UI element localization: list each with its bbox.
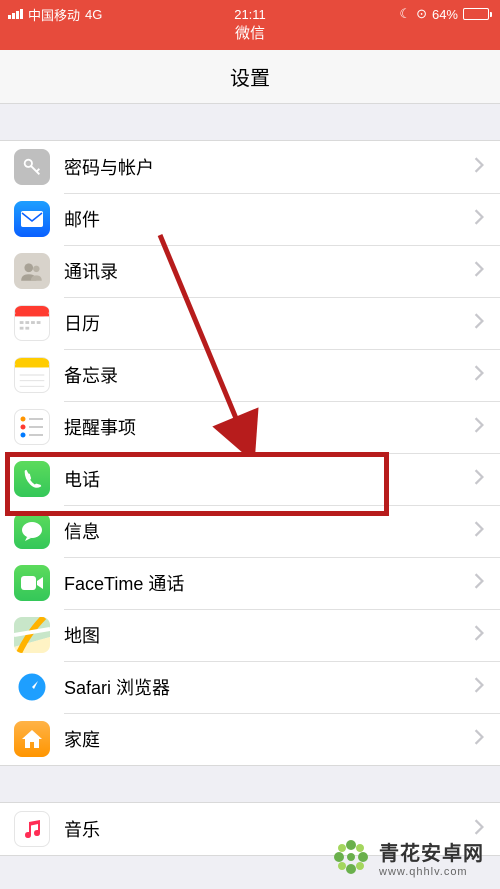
- chevron-right-icon: [474, 313, 484, 334]
- carrier-label: 中国移动: [28, 5, 80, 24]
- watermark-logo-icon: [329, 835, 373, 879]
- row-calendar[interactable]: 日历: [0, 297, 500, 349]
- row-facetime[interactable]: FaceTime 通话: [0, 557, 500, 609]
- messages-icon: [14, 513, 50, 549]
- chevron-right-icon: [474, 469, 484, 490]
- network-label: 4G: [85, 7, 102, 22]
- chevron-right-icon: [474, 209, 484, 230]
- row-label: 家庭: [64, 726, 474, 752]
- status-left: 中国移动 4G: [8, 5, 102, 24]
- mail-icon: [14, 201, 50, 237]
- battery-pct: 64%: [432, 7, 458, 22]
- row-notes[interactable]: 备忘录: [0, 349, 500, 401]
- spacer: [0, 104, 500, 140]
- row-contacts[interactable]: 通讯录: [0, 245, 500, 297]
- chevron-right-icon: [474, 625, 484, 646]
- chevron-right-icon: [474, 521, 484, 542]
- watermark: 青花安卓网 www.qhhlv.com: [329, 835, 484, 879]
- row-passwords[interactable]: 密码与帐户: [0, 141, 500, 193]
- row-label: 密码与帐户: [64, 154, 474, 180]
- row-home[interactable]: 家庭: [0, 713, 500, 765]
- chevron-right-icon: [474, 677, 484, 698]
- row-label: 信息: [64, 518, 474, 544]
- clock: 21:11: [234, 7, 266, 22]
- chevron-right-icon: [474, 365, 484, 386]
- page-title-bar: 设置: [0, 50, 500, 104]
- key-icon: [14, 149, 50, 185]
- reminders-icon: [14, 409, 50, 445]
- chevron-right-icon: [474, 573, 484, 594]
- row-label: 备忘录: [64, 362, 474, 388]
- row-label: 日历: [64, 310, 474, 336]
- watermark-title: 青花安卓网: [379, 837, 484, 866]
- row-label: 邮件: [64, 206, 474, 232]
- row-label: 电话: [64, 466, 474, 492]
- row-label: Safari 浏览器: [64, 674, 474, 700]
- status-right: ☾ ⊙ 64%: [399, 6, 492, 22]
- chevron-right-icon: [474, 729, 484, 750]
- page-title: 设置: [230, 62, 270, 91]
- row-label: FaceTime 通话: [64, 570, 474, 596]
- row-label: 通讯录: [64, 258, 474, 284]
- row-phone[interactable]: 电话: [0, 453, 500, 505]
- nav-bar: 微信: [0, 28, 500, 50]
- watermark-url: www.qhhlv.com: [379, 866, 484, 878]
- moon-icon: ☾: [399, 6, 411, 22]
- chevron-right-icon: [474, 417, 484, 438]
- row-messages[interactable]: 信息: [0, 505, 500, 557]
- row-label: 提醒事项: [64, 414, 474, 440]
- row-mail[interactable]: 邮件: [0, 193, 500, 245]
- spacer-2: [0, 766, 500, 802]
- alarm-icon: ⊙: [416, 6, 427, 22]
- row-reminders[interactable]: 提醒事项: [0, 401, 500, 453]
- row-label: 地图: [64, 622, 474, 648]
- facetime-icon: [14, 565, 50, 601]
- settings-group-1: 密码与帐户 邮件 通讯录 日历 备忘录 提醒事项: [0, 140, 500, 766]
- battery-icon: [463, 8, 492, 20]
- notes-icon: [14, 357, 50, 393]
- maps-icon: [14, 617, 50, 653]
- row-maps[interactable]: 地图: [0, 609, 500, 661]
- chevron-right-icon: [474, 261, 484, 282]
- nav-title: 微信: [235, 25, 265, 42]
- music-icon: [14, 811, 50, 847]
- status-bar: 中国移动 4G 21:11 ☾ ⊙ 64%: [0, 0, 500, 28]
- contacts-icon: [14, 253, 50, 289]
- safari-icon: [14, 669, 50, 705]
- phone-icon: [14, 461, 50, 497]
- row-safari[interactable]: Safari 浏览器: [0, 661, 500, 713]
- home-icon: [14, 721, 50, 757]
- chevron-right-icon: [474, 157, 484, 178]
- calendar-icon: [14, 305, 50, 341]
- signal-icon: [8, 9, 23, 19]
